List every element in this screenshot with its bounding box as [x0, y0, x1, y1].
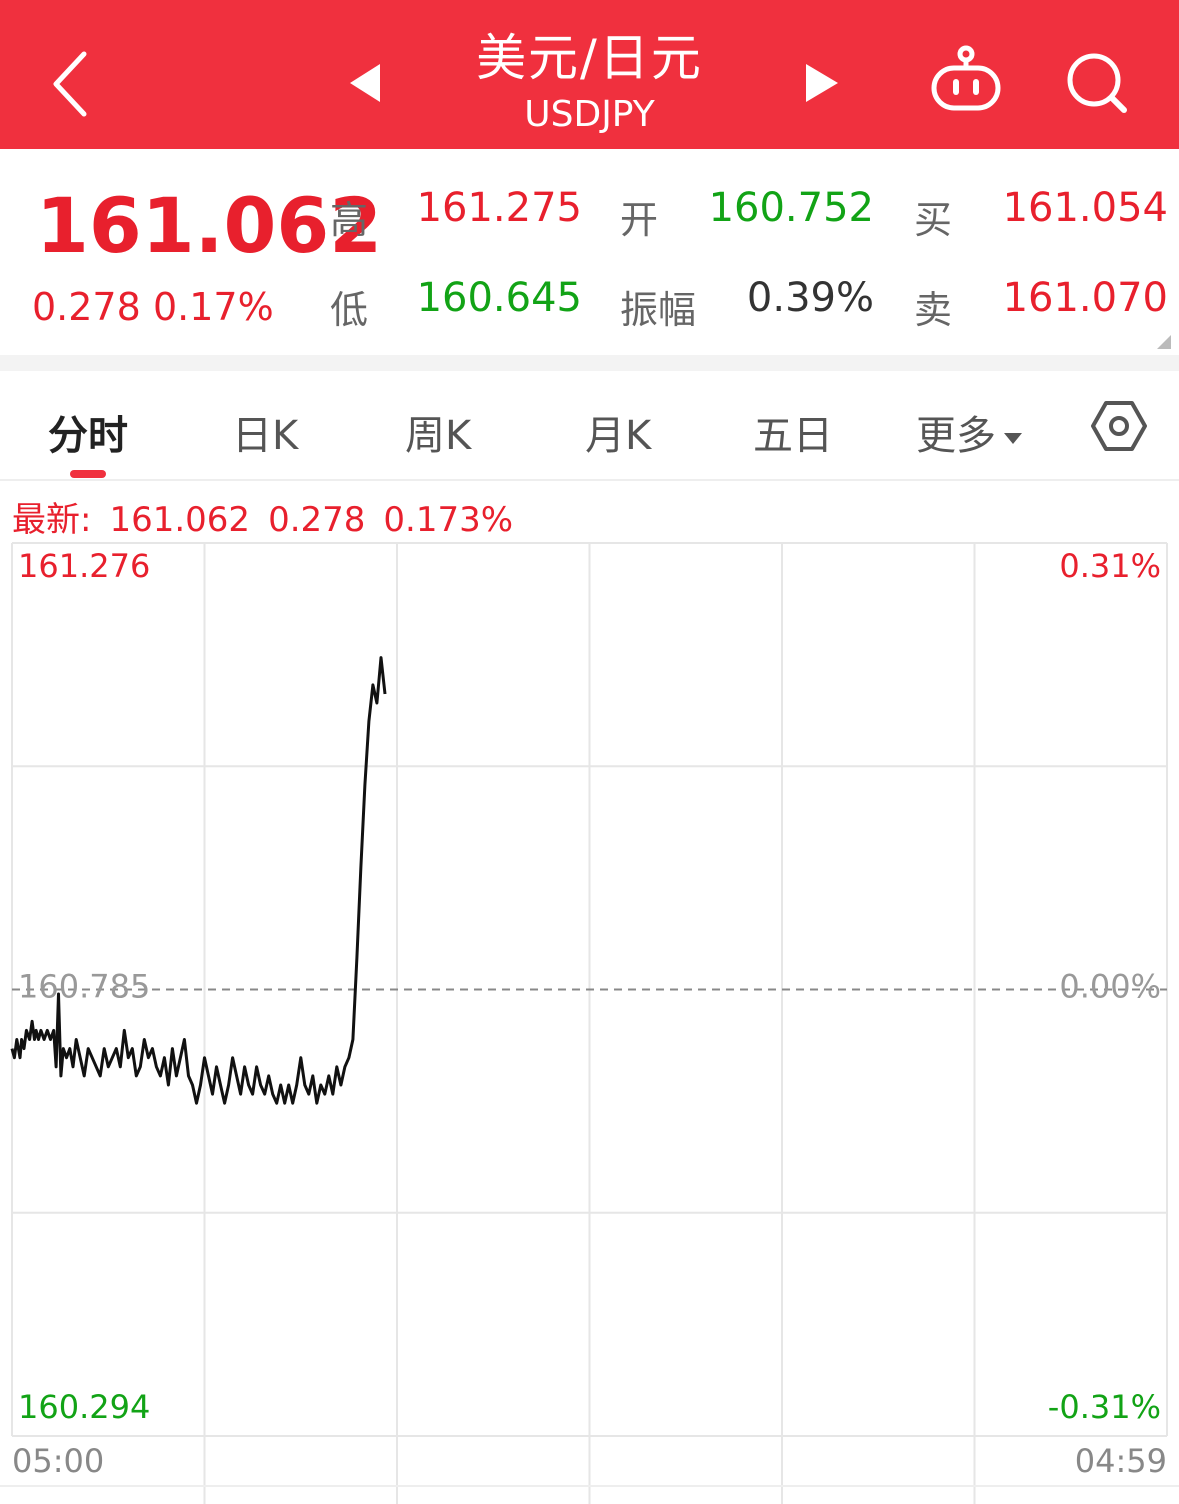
- y-label-top-right: 0.31%: [1059, 547, 1161, 585]
- y-label-mid-right: 0.00%: [1059, 968, 1161, 1006]
- y-label-bottom-left: 160.294: [18, 1388, 150, 1426]
- x-label-start: 05:00: [12, 1442, 104, 1480]
- y-label-bottom-right: -0.31%: [1048, 1388, 1161, 1426]
- x-label-end: 04:59: [1075, 1442, 1167, 1480]
- chart-grid: [0, 542, 1179, 1504]
- y-label-mid-left: 160.785: [18, 968, 150, 1006]
- price-series-line: [10, 656, 387, 1105]
- intraday-chart[interactable]: 161.276 160.785 160.294 0.31% 0.00% -0.3…: [0, 0, 1179, 1504]
- y-label-top-left: 161.276: [18, 547, 150, 585]
